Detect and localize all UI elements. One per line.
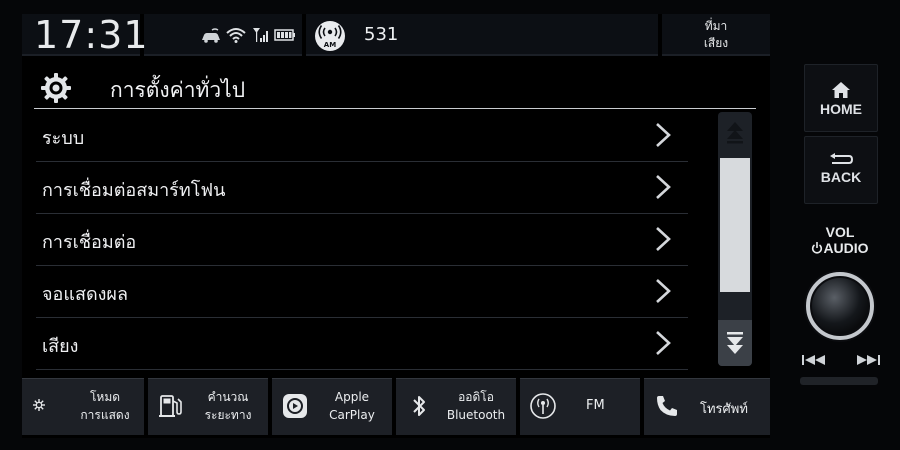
fuel-pump-icon (159, 395, 182, 417)
scroll-down-icon[interactable] (718, 320, 752, 366)
bottom-shortcut-bar: โหมด การแสดง คำนวณ ระยะทาง Apple CarPlay… (22, 378, 770, 438)
list-item-system[interactable]: ระบบ (36, 110, 688, 162)
back-label: BACK (820, 169, 862, 185)
page-title: การตั้งค่าทั่วไป (110, 78, 246, 102)
scroll-up-icon[interactable] (718, 112, 752, 156)
wifi-icon (226, 28, 246, 43)
band-badge: AM (324, 41, 336, 49)
carplay-icon (283, 394, 307, 418)
chevron-right-icon (656, 279, 671, 303)
volume-label-line1: VOL (825, 224, 855, 240)
volume-label: VOL AUDIO (808, 224, 872, 256)
car-signal-icon (202, 28, 220, 43)
seek-forward-icon[interactable] (852, 352, 882, 368)
frequency-readout: 531 (364, 24, 399, 45)
seek-back-icon[interactable] (800, 352, 830, 368)
gear-icon (41, 73, 71, 103)
volume-knob[interactable] (802, 268, 878, 344)
phone-icon (657, 396, 677, 416)
settings-list: ระบบ การเชื่อมต่อสมาร์ทโฟน การเชื่อมต่อ … (36, 110, 688, 370)
display-mode-label-1: โหมด (89, 390, 121, 404)
scrollbar[interactable] (718, 112, 752, 366)
infotainment-screen: 17:31 AM 531 ที่มา เสียง การตั้งค่าทั่วไ… (22, 14, 770, 438)
list-item-label: ระบบ (42, 128, 85, 149)
list-item-label: จอแสดงผล (42, 284, 129, 305)
list-item-display[interactable]: จอแสดงผล (36, 266, 688, 318)
display-mode-label-2: การแสดง (80, 408, 130, 422)
page-header: การตั้งค่าทั่วไป (34, 68, 756, 109)
back-arrow-icon (830, 153, 853, 164)
chevron-right-icon (656, 123, 671, 147)
fm-radio-button[interactable]: FM (520, 378, 640, 435)
list-item-label: การเชื่อมต่อสมาร์ทโฟน (42, 180, 226, 201)
radio-am-icon: AM (315, 21, 345, 51)
bluetooth-icon (413, 396, 425, 416)
day-night-icon (32, 397, 58, 423)
status-bar: 17:31 AM 531 ที่มา เสียง (22, 14, 770, 56)
chevron-right-icon (656, 227, 671, 251)
bluetooth-label-1: ออดิโอ (458, 390, 494, 404)
fuel-range-label-2: ระยะทาง (204, 408, 252, 422)
bluetooth-label-2: Bluetooth (446, 408, 506, 422)
list-item-label: การเชื่อมต่อ (42, 232, 137, 253)
battery-icon (274, 29, 295, 41)
scrollbar-thumb[interactable] (720, 158, 750, 292)
carplay-label-1: Apple (334, 390, 370, 404)
phone-button[interactable]: โทรศัพท์ (644, 378, 770, 435)
disc-slot (800, 377, 878, 385)
phone-label: โทรศัพท์ (700, 402, 748, 417)
clock: 17:31 (34, 14, 149, 57)
fuel-range-button[interactable]: คำนวณ ระยะทาง (148, 378, 268, 435)
bluetooth-audio-button[interactable]: ออดิโอ Bluetooth (396, 378, 516, 435)
cell-signal-icon (253, 28, 268, 42)
chevron-right-icon (656, 331, 671, 355)
display-mode-button[interactable]: โหมด การแสดง (22, 378, 144, 435)
carplay-label-2: CarPlay (329, 408, 375, 422)
home-label: HOME (820, 101, 862, 117)
audio-source-button[interactable]: ที่มา เสียง (662, 14, 770, 54)
list-item-sound[interactable]: เสียง (36, 318, 688, 370)
audio-source-label-1: ที่มา (704, 19, 728, 33)
home-icon (832, 82, 850, 98)
apple-carplay-button[interactable]: Apple CarPlay (272, 378, 392, 435)
fm-label: FM (586, 398, 605, 413)
back-button[interactable]: BACK (804, 136, 878, 204)
audio-source-label-2: เสียง (703, 36, 729, 50)
volume-label-line2: AUDIO (823, 240, 869, 256)
radio-antenna-icon (530, 393, 556, 419)
list-item-connection[interactable]: การเชื่อมต่อ (36, 214, 688, 266)
list-item-smartphone-connection[interactable]: การเชื่อมต่อสมาร์ทโฟน (36, 162, 688, 214)
power-icon (812, 242, 823, 254)
now-playing-segment[interactable] (306, 14, 658, 56)
fuel-range-label-1: คำนวณ (207, 390, 249, 404)
list-item-label: เสียง (42, 336, 79, 357)
home-button[interactable]: HOME (804, 64, 878, 132)
chevron-right-icon (656, 175, 671, 199)
